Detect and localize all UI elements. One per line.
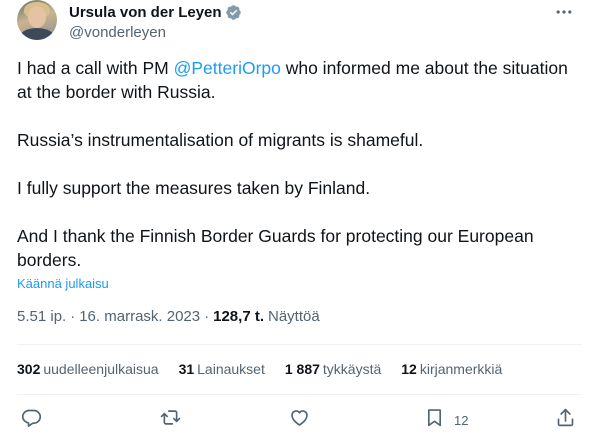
quotes-count: 31 <box>178 361 195 377</box>
divider <box>17 394 582 395</box>
tweet-paragraph: And I thank the Finnish Border Guards fo… <box>17 226 534 270</box>
repost-icon <box>160 407 181 433</box>
meta-separator: · <box>70 308 76 325</box>
tweet-paragraph: I had a call with PM @PetteriOrpo who in… <box>17 56 577 104</box>
tweet-paragraph: Russia’s instrumentalisation of migrants… <box>17 130 424 150</box>
bookmark-icon <box>424 407 445 433</box>
repost-button[interactable] <box>160 406 181 434</box>
like-icon <box>289 407 310 433</box>
reply-icon <box>21 407 42 433</box>
verified-badge-icon[interactable] <box>225 4 242 21</box>
tweet-meta: 5.51 ip. · 16. marrask. 2023 · 128,7 t. … <box>17 308 320 325</box>
bookmark-button[interactable]: 12 <box>424 406 468 434</box>
reply-button[interactable] <box>21 406 42 434</box>
views-label: Näyttöä <box>268 308 320 325</box>
bookmark-count: 12 <box>454 412 469 428</box>
reposts-label: uudelleenjulkaisua <box>43 361 159 377</box>
mention-link[interactable]: @PetteriOrpo <box>174 58 281 78</box>
post-time[interactable]: 5.51 ip. <box>17 308 66 325</box>
post-date[interactable]: 16. marrask. 2023 <box>79 308 200 325</box>
engagement-stats: 302 uudelleenjulkaisua 31 Lainaukset 1 887… <box>17 361 522 377</box>
tweet-header: Ursula von der Leyen @vonderleyen <box>17 0 582 46</box>
divider <box>17 344 582 345</box>
share-icon <box>555 407 576 433</box>
more-options-icon[interactable] <box>552 2 576 22</box>
meta-separator: · <box>204 308 210 325</box>
reposts-count: 302 <box>17 361 41 377</box>
author-handle[interactable]: @vonderleyen <box>69 23 242 43</box>
author-info: Ursula von der Leyen @vonderleyen <box>69 2 242 43</box>
bookmarks-stat[interactable]: 12 kirjanmerkkiä <box>401 361 502 377</box>
share-button[interactable] <box>555 406 576 434</box>
quotes-label: Lainaukset <box>197 361 265 377</box>
tweet-text-segment: I had a call with PM <box>17 58 174 78</box>
likes-label: tykkäystä <box>322 361 382 377</box>
tweet-text: I had a call with PM @PetteriOrpo who in… <box>17 56 577 272</box>
reposts-stat[interactable]: 302 uudelleenjulkaisua <box>17 361 159 377</box>
author-display-name[interactable]: Ursula von der Leyen <box>69 4 222 21</box>
bookmarks-count: 12 <box>401 361 417 377</box>
action-bar: 12 <box>17 406 582 434</box>
like-button[interactable] <box>289 406 310 434</box>
bookmarks-label: kirjanmerkkiä <box>419 361 503 377</box>
likes-stat[interactable]: 1 887 tykkäystä <box>285 361 381 377</box>
avatar[interactable] <box>17 0 57 40</box>
likes-count: 1 887 <box>284 361 320 377</box>
views-count: 128,7 t. <box>213 308 264 325</box>
quotes-stat[interactable]: 31 Lainaukset <box>179 361 265 377</box>
translate-post-link[interactable]: Käännä julkaisu <box>17 276 109 291</box>
tweet-paragraph: I fully support the measures taken by Fi… <box>17 178 371 198</box>
